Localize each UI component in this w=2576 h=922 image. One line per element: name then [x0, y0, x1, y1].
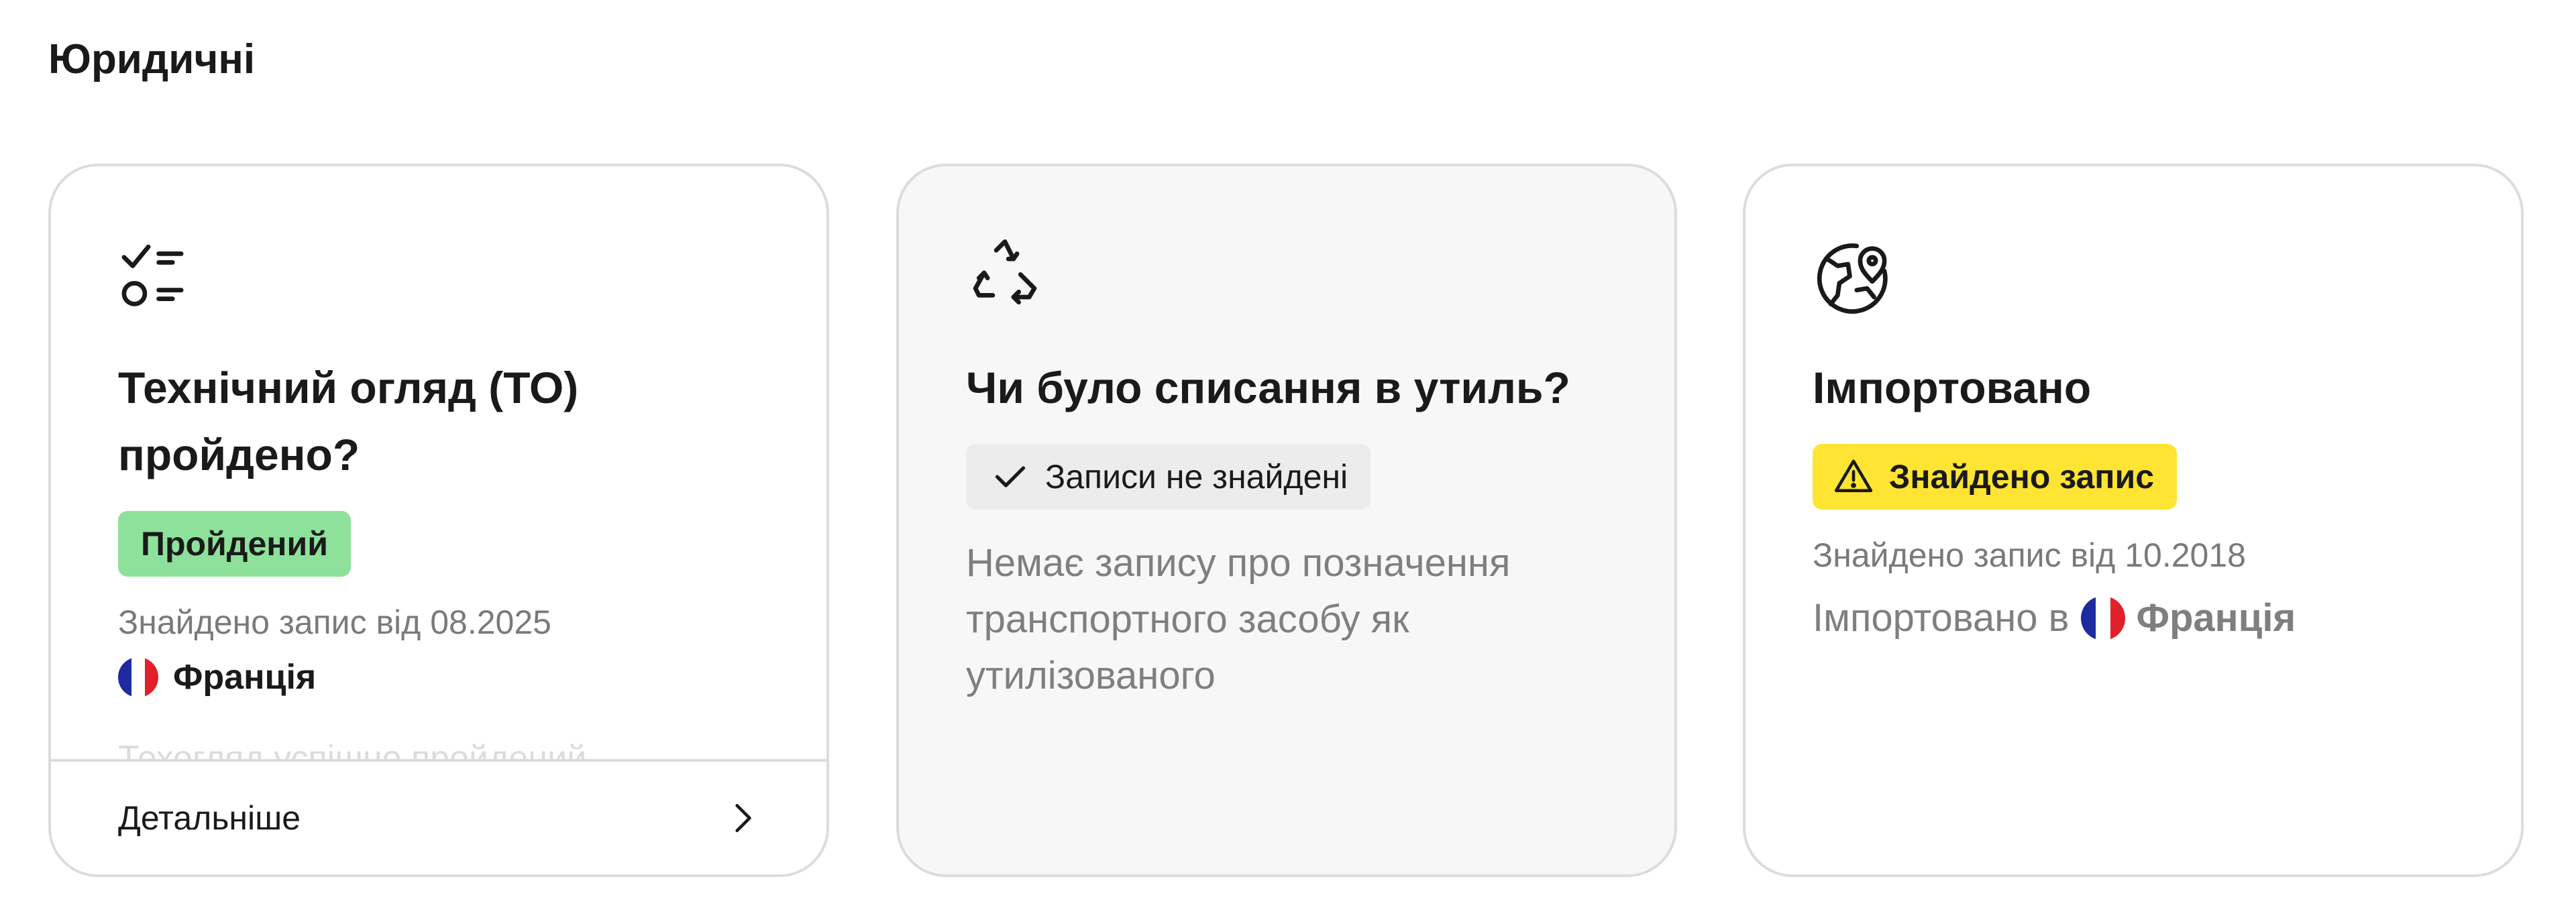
inspection-card-content: Технічний огляд (ТО) пройдено? Пройдений…	[118, 235, 759, 779]
import-prefix: Імпортовано в	[1813, 596, 2070, 640]
legal-section: Юридичні Технічний огляд (ТО) пройдено? …	[0, 0, 2576, 922]
country-name: Франція	[173, 658, 317, 697]
country-name: Франція	[2136, 596, 2296, 640]
inspection-title-line-2: пройдено?	[118, 430, 360, 479]
scrapping-card: Чи було списання в утиль? Записи не знай…	[896, 164, 1677, 877]
inspection-title: Технічний огляд (ТО) пройдено?	[118, 354, 759, 488]
scrapping-card-content: Чи було списання в утиль? Записи не знай…	[966, 235, 1607, 704]
check-icon	[995, 466, 1026, 487]
details-link-label: Детальніше	[118, 799, 301, 837]
found-record-text: Знайдено запис від 08.2025	[118, 603, 551, 641]
section-title: Юридичні	[48, 36, 256, 82]
chevron-right-icon	[735, 803, 751, 833]
recycle-icon	[973, 239, 1037, 305]
status-badge-label: Знайдено запис	[1889, 458, 2154, 496]
import-country-line: Імпортовано в Франція	[1813, 595, 2454, 640]
inspection-title-line-1: Технічний огляд (ТО)	[118, 363, 579, 412]
france-flag-icon	[2081, 595, 2126, 640]
inspection-card: Технічний огляд (ТО) пройдено? Пройдений…	[48, 164, 829, 877]
scrapping-title: Чи було списання в утиль?	[966, 363, 1570, 412]
scrapping-description: Немає запису про позначення транспортног…	[966, 541, 1511, 697]
country-line: Франція	[118, 657, 759, 697]
import-card-content: Імпортовано Знайдено запис Знайдено запи…	[1813, 235, 2454, 640]
import-card: Імпортовано Знайдено запис Знайдено запи…	[1743, 164, 2524, 877]
status-badge-no-records: Записи не знайдені	[966, 444, 1371, 510]
details-link[interactable]: Детальніше	[51, 759, 826, 874]
globe-pin-icon	[1817, 243, 1888, 314]
found-record-text: Знайдено запис від 10.2018	[1813, 536, 2246, 574]
status-badge-record-found: Знайдено запис	[1813, 444, 2177, 510]
status-badge-label: Пройдений	[141, 525, 328, 563]
import-title: Імпортовано	[1813, 363, 2092, 412]
warning-icon	[1834, 459, 1873, 492]
checklist-icon	[121, 244, 184, 306]
france-flag-icon	[118, 657, 158, 697]
status-badge-label: Записи не знайдені	[1045, 458, 1348, 496]
status-badge-passed: Пройдений	[118, 511, 351, 577]
